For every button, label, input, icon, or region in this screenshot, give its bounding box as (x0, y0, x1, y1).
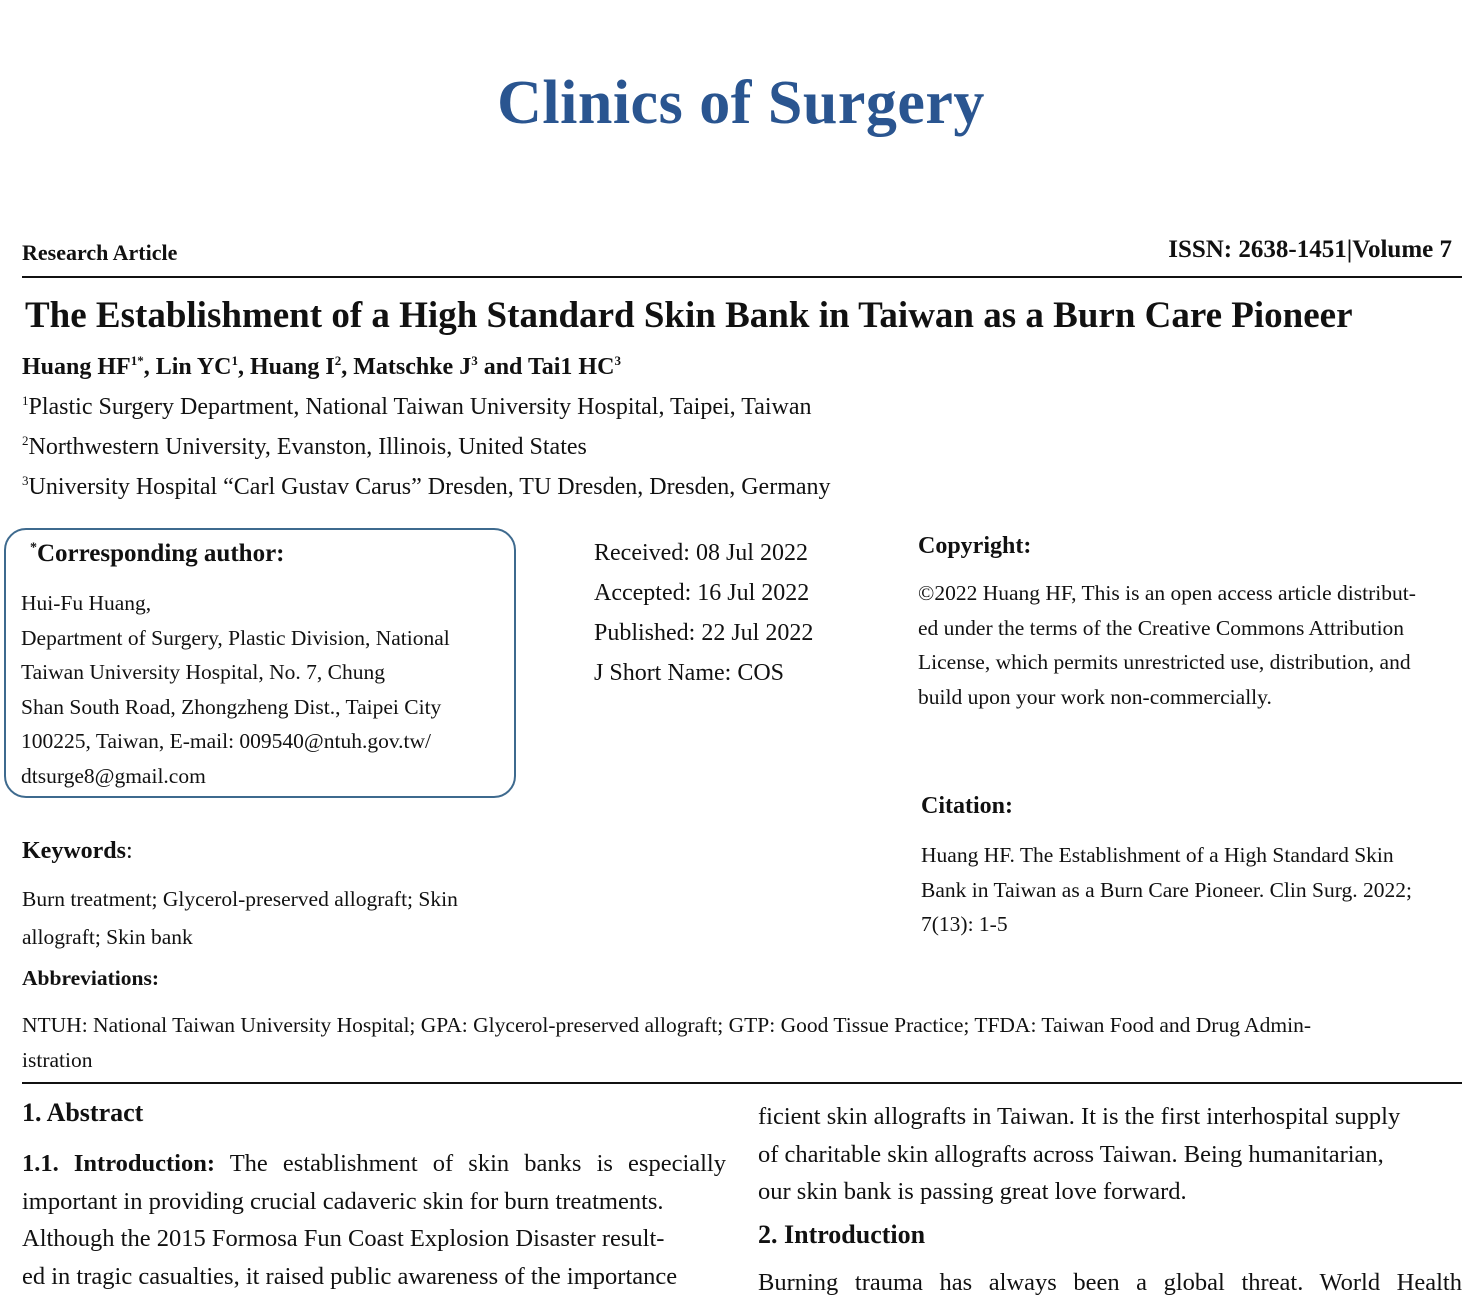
article-dates: Received: 08 Jul 2022 Accepted: 16 Jul 2… (594, 533, 813, 693)
abstract-heading: 1. Abstract (22, 1098, 144, 1127)
keywords-line: Burn treatment; Glycerol-preserved allog… (22, 887, 458, 911)
author-name: Huang I (250, 354, 335, 380)
issn-volume: ISSN: 2638-1451|Volume 7 (1168, 236, 1452, 263)
author-name: Lin YC (155, 354, 232, 380)
author-separator: , (238, 354, 250, 380)
abbreviations-line: NTUH: National Taiwan University Hospita… (22, 1013, 1312, 1037)
accepted-date: Accepted: 16 Jul 2022 (594, 580, 810, 606)
copyright-line: build upon your work non-commercially. (918, 684, 1272, 709)
article-title: The Establishment of a High Standard Ski… (25, 295, 1353, 336)
author-name: Tai1 HC (527, 354, 615, 380)
journal-title: Clinics of Surgery (497, 69, 985, 137)
affiliation-2: 2Northwestern University, Evanston, Illi… (22, 434, 587, 461)
corresponding-line: 100225, Taiwan, E-mail: 009540@ntuh.gov.… (21, 729, 432, 753)
author-affiliation-mark: 1* (130, 353, 144, 368)
citation-line: Bank in Taiwan as a Burn Care Pioneer. C… (921, 877, 1412, 902)
abstract-line: our skin bank is passing great love forw… (758, 1178, 1187, 1205)
abstract-continued: ficient skin allografts in Taiwan. It is… (758, 1098, 1462, 1211)
affiliation-text: University Hospital “Carl Gustav Carus” … (28, 474, 831, 500)
copyright-line: License, which permits unrestricted use,… (918, 650, 1411, 674)
corresponding-line: Hui-Fu Huang, (21, 591, 152, 615)
abstract-line: ficient skin allografts in Taiwan. It is… (758, 1103, 1401, 1130)
copyright-title: Copyright: (918, 533, 1032, 559)
keywords-list: Burn treatment; Glycerol-preserved allog… (22, 880, 524, 956)
citation-line: 7(13): 1-5 (921, 912, 1008, 936)
abstract-intro-line: 1.1. Introduction: The establishment of … (22, 1145, 726, 1183)
citation-line: Huang HF. The Establishment of a High St… (921, 843, 1394, 867)
abstract-body: 1.1. Introduction: The establishment of … (22, 1145, 726, 1295)
abbreviations-title: Abbreviations: (22, 966, 159, 990)
abstract-line: ed in tragic casualties, it raised publi… (22, 1262, 678, 1290)
corresponding-title-text: Corresponding author: (37, 540, 285, 567)
abstract-intro-label: 1.1. Introduction: (22, 1150, 216, 1177)
journal-short-name: J Short Name: COS (594, 660, 785, 686)
corresponding-line: Department of Surgery, Plastic Division,… (21, 625, 450, 650)
affiliation-text: Northwestern University, Evanston, Illin… (28, 434, 587, 460)
received-date: Received: 08 Jul 2022 (594, 540, 808, 566)
abbreviations-text: NTUH: National Taiwan University Hospita… (22, 1008, 1462, 1077)
abstract-line: of charitable skin allografts across Tai… (758, 1140, 1384, 1168)
affiliation-text: Plastic Surgery Department, National Tai… (28, 394, 812, 420)
author-list: Huang HF1*, Lin YC1, Huang I2, Matschke … (22, 354, 621, 381)
keywords-line: allograft; Skin bank (22, 925, 193, 949)
keywords-title: Keywords: (22, 838, 133, 865)
copyright-line: ed under the terms of the Creative Commo… (918, 615, 1405, 640)
corresponding-line: Taiwan University Hospital, No. 7, Chung (21, 660, 385, 684)
article-type: Research Article (22, 240, 178, 265)
corresponding-author-title: *Corresponding author: (30, 540, 285, 568)
abstract-intro-text: The establishment of skin banks is espec… (229, 1150, 726, 1177)
abstract-line: Although the 2015 Formosa Fun Coast Expl… (22, 1225, 665, 1252)
body-rule (22, 1082, 1462, 1084)
abstract-line: important in providing crucial cadaveric… (22, 1187, 664, 1215)
header-rule (22, 276, 1462, 278)
copyright-text: ©2022 Huang HF, This is an open access a… (918, 576, 1462, 714)
author-name: Huang HF (22, 354, 131, 380)
introduction-heading: 2. Introduction (758, 1220, 926, 1249)
keywords-label: Keywords (22, 838, 126, 864)
introduction-body: Burning trauma has always been a global … (758, 1264, 1462, 1302)
citation-text: Huang HF. The Establishment of a High St… (921, 838, 1462, 942)
corresponding-author-details: Hui-Fu Huang, Department of Surgery, Pla… (21, 586, 499, 793)
published-date: Published: 22 Jul 2022 (594, 620, 814, 646)
author-affiliation-mark: 3 (614, 353, 621, 368)
corresponding-star: * (30, 540, 37, 556)
author-separator: and (477, 354, 528, 380)
corresponding-line: dtsurge8@gmail.com (21, 763, 206, 788)
copyright-line: ©2022 Huang HF, This is an open access a… (918, 581, 1416, 605)
corresponding-line: Shan South Road, Zhongzheng Dist., Taipe… (21, 694, 442, 719)
affiliation-3: 3University Hospital “Carl Gustav Carus”… (22, 474, 831, 501)
citation-title: Citation: (921, 793, 1013, 819)
author-name: Matschke J (353, 354, 472, 380)
affiliation-1: 1Plastic Surgery Department, National Ta… (22, 394, 812, 421)
introduction-line: Burning trauma has always been a global … (758, 1269, 1462, 1296)
author-separator: , (143, 354, 156, 380)
abbreviations-line: istration (22, 1047, 93, 1072)
author-separator: , (341, 354, 354, 380)
keywords-colon: : (126, 838, 133, 864)
